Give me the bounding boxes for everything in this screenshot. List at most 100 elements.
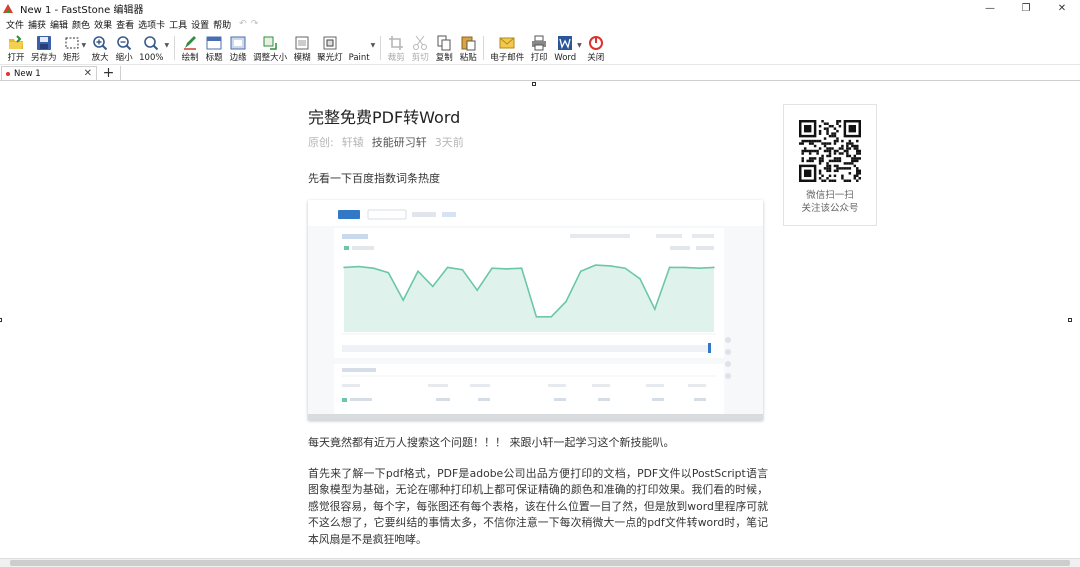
paragraph-2: 首先来了解一下pdf格式，PDF是adobe公司出品方便打印的文档，PDF文件以… — [308, 467, 768, 546]
stats-row-cell — [694, 398, 706, 401]
email-button[interactable]: 电子邮件 — [487, 32, 527, 64]
qr-module — [801, 142, 804, 145]
open-button[interactable]: 打开 — [4, 32, 28, 64]
qr-module — [833, 142, 837, 145]
qr-module — [838, 167, 842, 170]
qr-module — [823, 144, 827, 148]
qr-module — [831, 179, 834, 182]
qr-module — [851, 142, 854, 145]
qr-module — [818, 159, 822, 163]
paint-dropdown-icon[interactable]: ▼ — [371, 42, 376, 49]
qr-module — [856, 149, 859, 153]
copy-icon — [436, 35, 452, 51]
qr-module — [828, 152, 832, 155]
qr-module — [846, 142, 849, 145]
save-as-button[interactable]: 另存为 — [28, 32, 60, 64]
qr-module — [836, 169, 839, 173]
tab-close-icon[interactable]: ✕ — [84, 67, 92, 80]
undo-icon[interactable]: ↶ — [239, 19, 247, 29]
chart-point — [624, 267, 626, 269]
legend-text — [670, 246, 690, 250]
menu-edit[interactable]: 编辑 — [50, 18, 68, 31]
crop-button[interactable]: 裁剪 — [384, 32, 408, 64]
menu-tabs[interactable]: 选项卡 — [138, 18, 165, 31]
qr-module — [801, 149, 804, 153]
qr-module — [848, 154, 852, 158]
new-tab-button[interactable]: + — [97, 66, 121, 80]
resize-button[interactable]: 调整大小 — [250, 32, 290, 64]
chart-point — [476, 289, 478, 291]
legend-text — [696, 246, 714, 250]
menu-color[interactable]: 颜色 — [72, 18, 90, 31]
qr-module — [811, 142, 814, 145]
qr-module — [806, 149, 809, 153]
tab-new-1[interactable]: New 1 ✕ — [1, 66, 97, 80]
scrollbar-thumb[interactable] — [10, 560, 1070, 566]
paint-button[interactable]: Paint — [346, 32, 373, 64]
menu-view[interactable]: 查看 — [116, 18, 134, 31]
spotlight-button[interactable]: 聚光灯 — [314, 32, 346, 64]
qr-module — [836, 157, 839, 160]
open-folder-icon — [8, 35, 24, 51]
blur-button[interactable]: 模糊 — [290, 32, 314, 64]
menu-settings[interactable]: 设置 — [191, 18, 209, 31]
draw-button[interactable]: 绘制 — [178, 32, 202, 64]
menu-help[interactable]: 帮助 — [213, 18, 231, 31]
qr-module — [831, 159, 834, 163]
qr-module — [806, 159, 809, 163]
screenshot-text-block — [442, 212, 456, 217]
resize-handle-right[interactable] — [1068, 318, 1072, 322]
qr-module — [821, 179, 824, 182]
menu-file[interactable]: 文件 — [6, 18, 24, 31]
minimize-button[interactable]: — — [972, 0, 1008, 16]
menu-tools[interactable]: 工具 — [169, 18, 187, 31]
qr-module — [836, 164, 839, 168]
close-button[interactable]: 关闭 — [584, 32, 608, 64]
qr-module — [846, 179, 849, 182]
blur-icon — [294, 35, 310, 51]
qr-module — [833, 134, 837, 138]
zoom-dropdown-icon[interactable]: ▼ — [164, 42, 169, 49]
maximize-button[interactable]: ❐ — [1008, 0, 1044, 16]
tab-strip: New 1 ✕ + — [0, 66, 1080, 81]
word-button[interactable]: Word — [551, 32, 579, 64]
zoom-in-button[interactable]: 放大 — [88, 32, 112, 64]
menu-capture[interactable]: 捕获 — [28, 18, 46, 31]
qr-module — [838, 147, 842, 150]
redo-icon[interactable]: ↷ — [251, 19, 259, 29]
horizontal-scrollbar[interactable] — [0, 558, 1080, 567]
cut-button[interactable]: 剪切 — [408, 32, 432, 64]
paste-button[interactable]: 粘贴 — [456, 32, 480, 64]
stats-table — [334, 364, 724, 414]
qr-module — [853, 159, 857, 163]
crop-icon — [388, 35, 404, 51]
close-window-button[interactable]: ✕ — [1044, 0, 1080, 16]
rectangle-button[interactable]: 矩形 — [60, 32, 84, 64]
menu-effects[interactable]: 效果 — [94, 18, 112, 31]
qr-module — [838, 124, 842, 128]
zoom-out-button[interactable]: 缩小 — [112, 32, 136, 64]
resize-handle-top[interactable] — [532, 82, 536, 86]
qr-module — [856, 147, 859, 150]
print-button[interactable]: 打印 — [527, 32, 551, 64]
qr-module — [853, 154, 857, 158]
image-canvas[interactable]: 完整免费PDF转Word 原创: 轩辕 技能研习轩 3天前 先看一下百度指数词条… — [0, 82, 1080, 558]
resize-handle-left[interactable] — [0, 318, 2, 322]
qr-module — [828, 147, 832, 150]
qr-module — [818, 147, 822, 150]
qr-module — [826, 132, 829, 135]
qr-module — [801, 139, 804, 143]
rectangle-dropdown-icon[interactable]: ▼ — [82, 42, 87, 49]
qr-module — [828, 159, 832, 163]
qr-module — [846, 162, 849, 165]
qr-module — [858, 169, 861, 173]
caption-button[interactable]: 标题 — [202, 32, 226, 64]
slider-handle — [708, 343, 711, 353]
qr-module — [816, 149, 819, 153]
chart-point — [372, 267, 375, 269]
word-dropdown-icon[interactable]: ▼ — [577, 42, 582, 49]
copy-button[interactable]: 复制 — [432, 32, 456, 64]
qr-module — [836, 159, 839, 163]
edge-button[interactable]: 边缘 — [226, 32, 250, 64]
zoom-100-button[interactable]: 100% — [136, 32, 166, 64]
